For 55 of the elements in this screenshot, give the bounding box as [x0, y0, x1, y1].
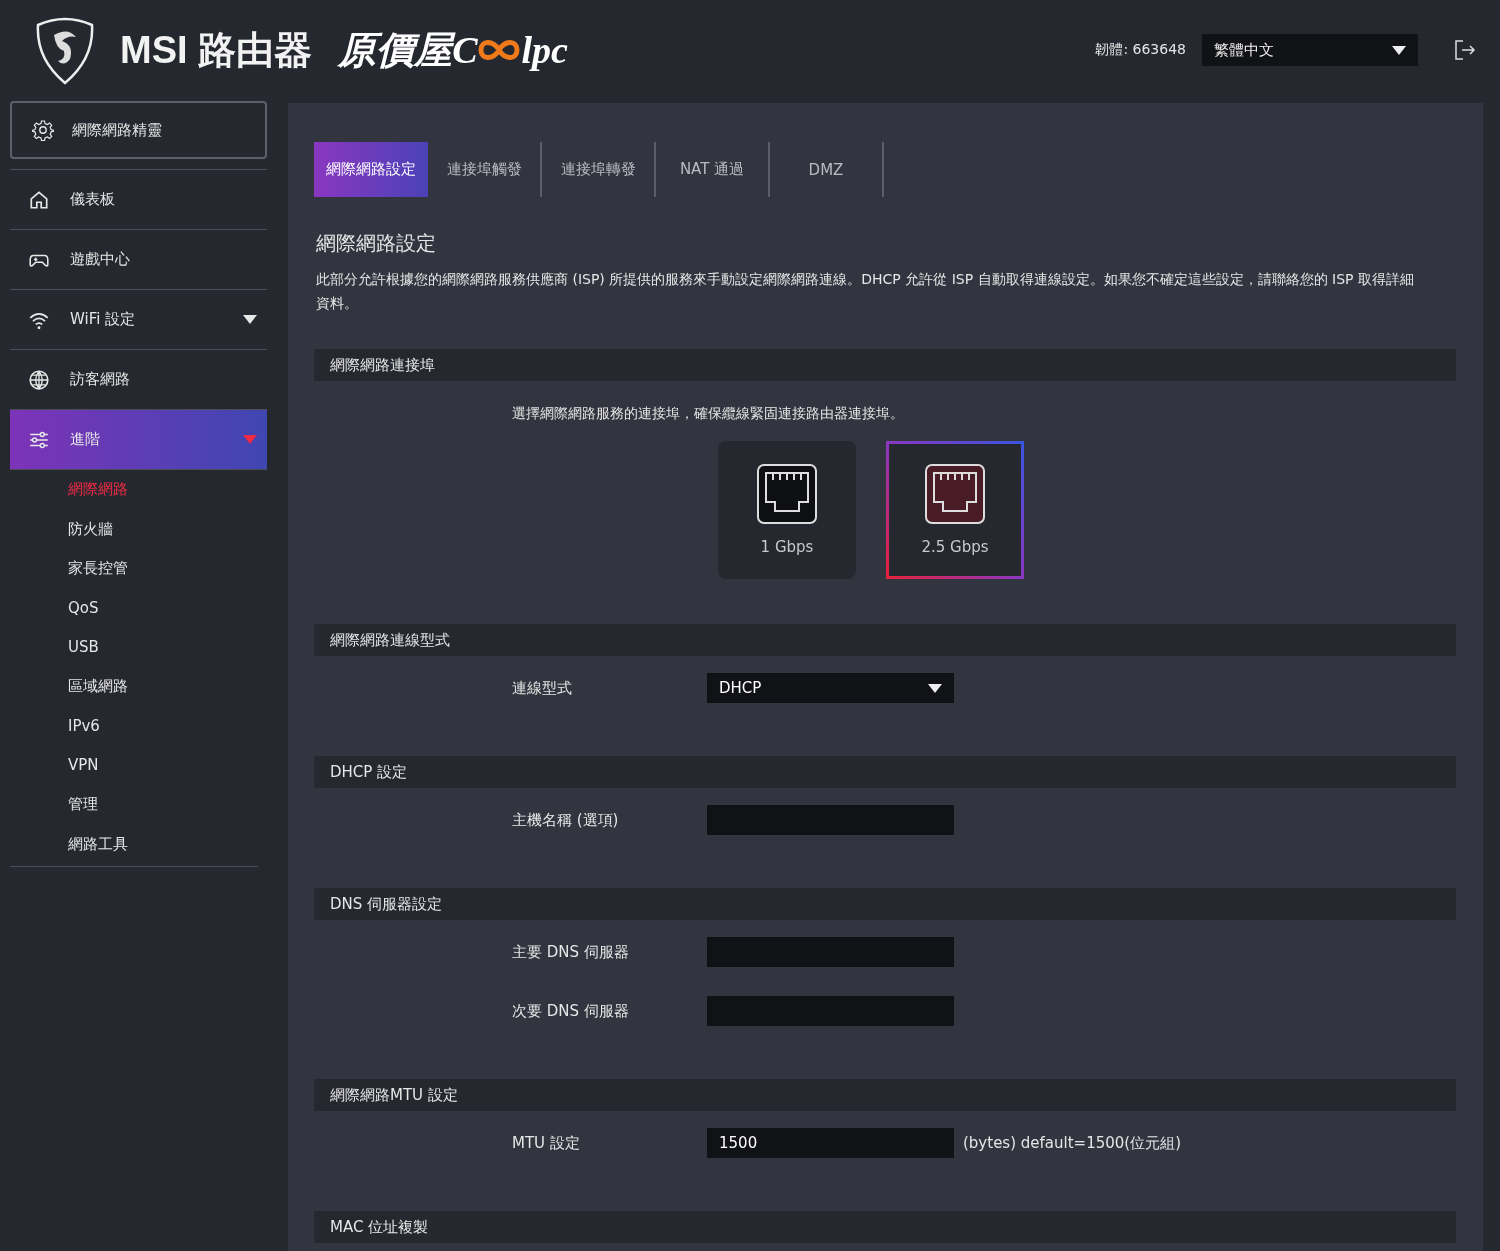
sidebar-subitem[interactable]: VPN: [68, 756, 99, 775]
language-dropdown[interactable]: 繁體中文: [1202, 34, 1418, 66]
field-note: (bytes) default=1500(位元組): [963, 1133, 1182, 1153]
tab[interactable]: DMZ: [770, 142, 884, 197]
section-heading: MAC 位址複製: [314, 1211, 1456, 1243]
tab[interactable]: 網際網路設定: [314, 142, 428, 197]
brand-title: MSI 路由器: [120, 27, 313, 73]
section-heading: 網際網路連線型式: [314, 624, 1456, 656]
input-field[interactable]: [707, 805, 954, 835]
firmware-version: 韌體: 663648: [1095, 41, 1186, 59]
input-field[interactable]: 1500: [707, 1128, 954, 1158]
sidebar-subitem[interactable]: 區域網路: [68, 677, 128, 697]
sidebar-item[interactable]: WiFi 設定: [10, 290, 267, 350]
sidebar-subitem[interactable]: QoS: [68, 598, 99, 617]
section-heading: DNS 伺服器設定: [314, 888, 1456, 920]
field-label: 連線型式: [512, 678, 573, 698]
caret-icon: [243, 435, 257, 444]
globe-icon: [28, 368, 50, 391]
tab[interactable]: 連接埠轉發: [542, 142, 656, 197]
sidebar-item[interactable]: 遊戲中心: [10, 230, 267, 290]
sidebar-item[interactable]: 進階: [10, 410, 267, 470]
field-label: 次要 DNS 伺服器: [512, 1001, 630, 1021]
input-field[interactable]: [707, 937, 954, 967]
section-heading: DHCP 設定: [314, 756, 1456, 788]
caret-icon: [1392, 45, 1406, 55]
input-field[interactable]: [707, 996, 954, 1026]
sidebar-subitem[interactable]: 家長控管: [68, 558, 128, 578]
logout-icon[interactable]: [1454, 39, 1476, 61]
internet-wizard-button[interactable]: 網際網路精靈: [10, 101, 267, 159]
sidebar-subitem[interactable]: 網路工具: [68, 834, 128, 854]
sidebar-subitem[interactable]: 網際網路: [68, 480, 128, 500]
page-title: 網際網路設定: [316, 230, 437, 257]
sidebar-item[interactable]: 儀表板: [10, 170, 267, 230]
settings-icon: [32, 119, 54, 141]
section-heading: 網際網路MTU 設定: [314, 1079, 1456, 1111]
sidebar-subitem[interactable]: USB: [68, 638, 99, 657]
port-hint: 選擇網際網路服務的連接埠，確保纜線緊固連接路由器連接埠。: [512, 405, 905, 423]
field-label: 主要 DNS 伺服器: [512, 942, 630, 962]
sidebar-subitem[interactable]: 防火牆: [68, 519, 113, 539]
sidebar-subitem[interactable]: 管理: [68, 795, 98, 815]
ethernet-port-icon: [757, 464, 817, 524]
port-option[interactable]: 1 Gbps: [718, 441, 856, 579]
caret-icon: [928, 683, 942, 693]
field-label: MTU 設定: [512, 1133, 581, 1153]
caret-icon: [243, 315, 257, 324]
partner-logo: 原價屋C lpc: [338, 27, 568, 73]
section-heading: 網際網路連接埠: [314, 349, 1456, 381]
ethernet-port-icon: [925, 464, 985, 524]
field-label: 主機名稱 (選項): [512, 810, 620, 830]
page-description: 此部分允許根據您的網際網路服務供應商 (ISP) 所提供的服務來手動設定網際網路連線。DHCP 允許從 ISP 自動取得連線設定。如果您不確定這些設定，請聯絡您的 ISP 取得詳細資料。: [316, 270, 1415, 313]
tab[interactable]: NAT 通過: [656, 142, 770, 197]
sidebar-subitem[interactable]: IPv6: [68, 717, 100, 736]
connection-type-dropdown[interactable]: DHCP: [707, 673, 954, 703]
tab[interactable]: 連接埠觸發: [428, 142, 542, 197]
port-option[interactable]: 2.5 Gbps: [886, 441, 1024, 579]
